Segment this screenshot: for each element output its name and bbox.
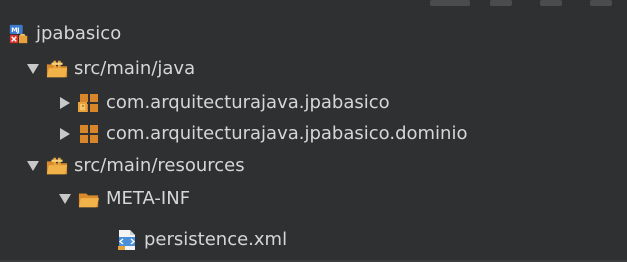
source-folder-icon <box>46 155 68 177</box>
toolbar-button[interactable] <box>430 0 470 6</box>
chevron-down-icon[interactable] <box>26 159 40 173</box>
tree-item-package-jpabasico[interactable]: com.arquitecturajava.jpabasico <box>0 87 390 119</box>
xml-file-icon <box>116 229 138 251</box>
tree-item-label: src/main/resources <box>74 155 245 176</box>
package-icon <box>78 92 100 114</box>
package-icon <box>78 123 100 145</box>
tree-item-label: com.arquitecturajava.jpabasico <box>106 92 390 113</box>
tree-item-label: persistence.xml <box>144 229 288 250</box>
tree-item-persistence-xml[interactable]: persistence.xml <box>0 224 287 256</box>
svg-text:J: J <box>16 26 19 34</box>
tree-item-label: META-INF <box>106 188 191 209</box>
chevron-right-icon[interactable] <box>58 127 72 141</box>
project-explorer-tree: M J jpabasico src/main/java com.arquitec… <box>0 0 627 262</box>
toolbar-edge <box>0 0 627 10</box>
source-folder-icon <box>46 58 68 80</box>
toolbar-button[interactable] <box>590 0 612 6</box>
tree-item-label: jpabasico <box>36 23 122 44</box>
chevron-down-icon[interactable] <box>26 62 40 76</box>
folder-open-icon <box>78 188 100 210</box>
tree-item-label: com.arquitecturajava.jpabasico.dominio <box>106 123 468 144</box>
tree-item-package-dominio[interactable]: com.arquitecturajava.jpabasico.dominio <box>0 118 467 150</box>
tree-item-label: src/main/java <box>74 58 196 79</box>
toolbar-button[interactable] <box>490 0 512 6</box>
tree-item-src-main-java[interactable]: src/main/java <box>0 53 195 85</box>
toolbar-button[interactable] <box>540 0 562 6</box>
chevron-right-icon[interactable] <box>58 96 72 110</box>
tree-item-project[interactable]: M J jpabasico <box>0 18 121 50</box>
tree-item-src-main-resources[interactable]: src/main/resources <box>0 150 245 182</box>
chevron-down-icon[interactable] <box>58 192 72 206</box>
maven-project-icon: M J <box>8 23 30 45</box>
tree-item-meta-inf[interactable]: META-INF <box>0 183 190 215</box>
